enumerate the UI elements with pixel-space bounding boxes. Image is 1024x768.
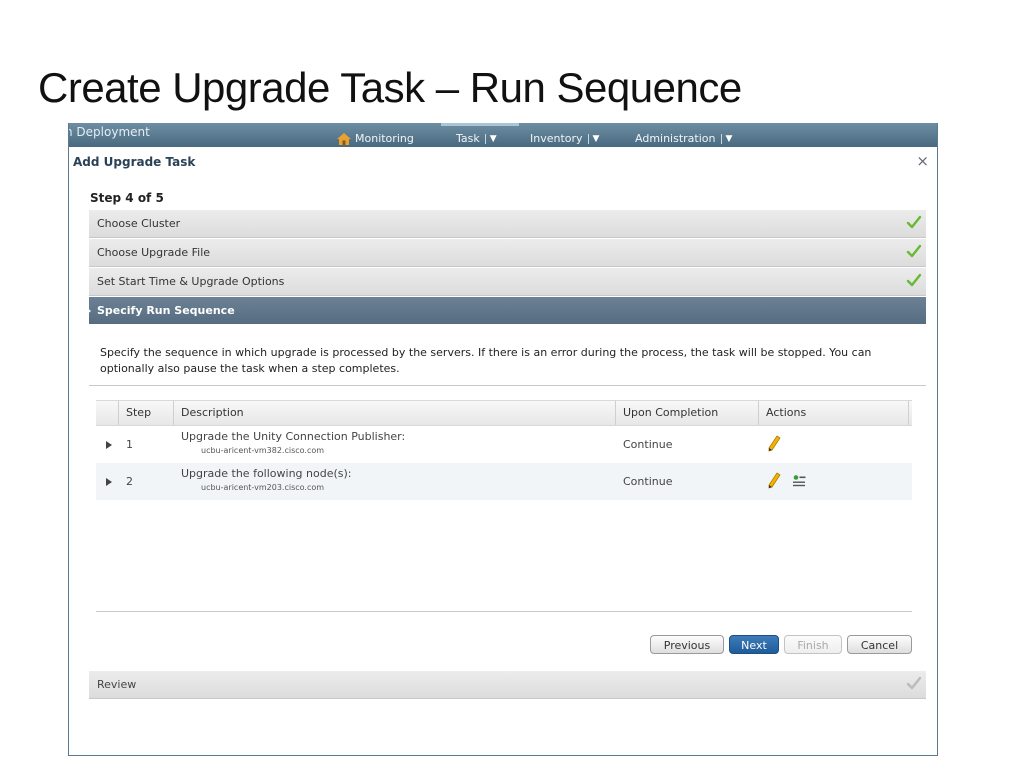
wizard-step-label: Set Start Time & Upgrade Options bbox=[97, 275, 285, 288]
row-host: ucbu-aricent-vm203.cisco.com bbox=[201, 483, 325, 492]
finish-button: Finish bbox=[784, 635, 842, 654]
next-button[interactable]: Next bbox=[729, 635, 779, 654]
checkmark-icon bbox=[906, 215, 922, 229]
row-upon-completion[interactable]: Continue bbox=[623, 475, 672, 488]
table-header: Step Description Upon Completion Actions bbox=[96, 400, 912, 426]
app-toolbar: n Deployment Monitoring Task ▼ Inventory… bbox=[69, 123, 937, 147]
column-header-actions[interactable]: Actions bbox=[766, 406, 806, 419]
column-separator bbox=[118, 401, 119, 425]
column-separator bbox=[615, 401, 616, 425]
nav-task[interactable]: Task ▼ bbox=[456, 132, 497, 145]
nav-administration-label: Administration bbox=[635, 132, 716, 145]
table-bottom-border bbox=[96, 611, 912, 612]
nav-monitoring-label: Monitoring bbox=[355, 132, 414, 145]
home-icon bbox=[337, 132, 351, 145]
step-indicator: Step 4 of 5 bbox=[90, 191, 164, 205]
run-sequence-table: Step Description Upon Completion Actions… bbox=[96, 400, 912, 500]
pencil-icon[interactable] bbox=[767, 435, 781, 453]
column-separator bbox=[758, 401, 759, 425]
active-step-pointer bbox=[85, 306, 91, 316]
chevron-down-icon[interactable]: ▼ bbox=[593, 134, 600, 144]
checkmark-icon bbox=[906, 273, 922, 287]
column-separator bbox=[173, 401, 174, 425]
wizard-step-label: Review bbox=[97, 678, 137, 691]
checkmark-icon bbox=[906, 244, 922, 258]
app-name: n Deployment bbox=[68, 125, 150, 139]
row-description: Upgrade the following node(s): bbox=[181, 467, 352, 480]
wizard-step-label: Specify Run Sequence bbox=[97, 304, 235, 317]
wizard-step-review[interactable]: Review bbox=[89, 671, 926, 699]
slide-title: Create Upgrade Task – Run Sequence bbox=[38, 64, 742, 111]
nav-separator bbox=[484, 133, 486, 144]
close-icon[interactable]: × bbox=[916, 152, 929, 170]
table-row[interactable]: 2 Upgrade the following node(s): ucbu-ar… bbox=[96, 463, 912, 500]
row-description: Upgrade the Unity Connection Publisher: bbox=[181, 430, 406, 443]
expand-row-icon[interactable] bbox=[106, 441, 112, 449]
divider bbox=[89, 385, 926, 386]
column-header-upon-completion[interactable]: Upon Completion bbox=[623, 406, 718, 419]
pencil-icon[interactable] bbox=[767, 472, 781, 490]
app-window: n Deployment Monitoring Task ▼ Inventory… bbox=[68, 123, 938, 756]
expand-row-icon[interactable] bbox=[106, 478, 112, 486]
chevron-down-icon[interactable]: ▼ bbox=[490, 134, 497, 144]
row-step-number: 2 bbox=[126, 475, 133, 488]
column-header-description[interactable]: Description bbox=[181, 406, 244, 419]
dialog-header: Add Upgrade Task × bbox=[69, 147, 937, 175]
column-header-step[interactable]: Step bbox=[126, 406, 151, 419]
wizard-step-start-time-options[interactable]: Set Start Time & Upgrade Options bbox=[89, 268, 926, 296]
checkmark-icon bbox=[906, 676, 922, 690]
dialog-title: Add Upgrade Task bbox=[73, 155, 196, 169]
properties-icon[interactable] bbox=[792, 474, 806, 488]
row-host: ucbu-aricent-vm382.cisco.com bbox=[201, 446, 325, 455]
nav-administration[interactable]: Administration ▼ bbox=[635, 132, 732, 145]
wizard-step-label: Choose Cluster bbox=[97, 217, 181, 230]
instructions-text: Specify the sequence in which upgrade is… bbox=[100, 346, 872, 375]
cancel-button[interactable]: Cancel bbox=[847, 635, 912, 654]
nav-monitoring[interactable]: Monitoring bbox=[337, 132, 414, 145]
nav-task-label: Task bbox=[456, 132, 480, 145]
wizard-step-specify-run-sequence[interactable]: Specify Run Sequence bbox=[85, 297, 926, 324]
wizard-step-choose-upgrade-file[interactable]: Choose Upgrade File bbox=[89, 239, 926, 267]
nav-inventory[interactable]: Inventory ▼ bbox=[530, 132, 599, 145]
column-separator bbox=[908, 401, 909, 425]
nav-separator bbox=[587, 133, 589, 144]
nav-separator bbox=[720, 133, 722, 144]
wizard-step-choose-cluster[interactable]: Choose Cluster bbox=[89, 210, 926, 238]
nav-inventory-label: Inventory bbox=[530, 132, 583, 145]
previous-button[interactable]: Previous bbox=[650, 635, 724, 654]
row-upon-completion[interactable]: Continue bbox=[623, 438, 672, 451]
wizard-step-label: Choose Upgrade File bbox=[97, 246, 211, 259]
active-menu-indicator bbox=[441, 123, 519, 126]
chevron-down-icon[interactable]: ▼ bbox=[726, 134, 733, 144]
table-row[interactable]: 1 Upgrade the Unity Connection Publisher… bbox=[96, 426, 912, 463]
row-step-number: 1 bbox=[126, 438, 133, 451]
